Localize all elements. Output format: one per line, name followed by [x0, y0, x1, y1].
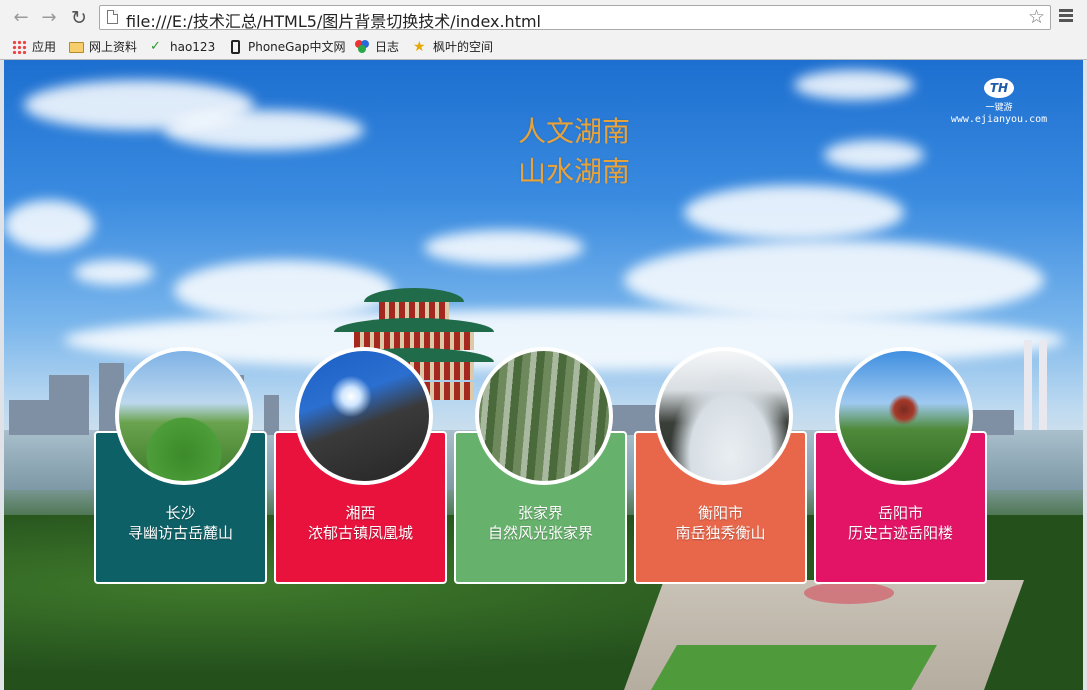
lawn	[651, 645, 937, 690]
card-subtitle: 南岳独秀衡山	[675, 524, 766, 542]
destination-cards: 长沙 寻幽访古岳麓山 湘西 浓郁古镇凤凰城 张家界 自然风光张家界 衡阳市 南岳…	[94, 347, 994, 587]
card-subtitle: 历史古迹岳阳楼	[847, 524, 953, 542]
cloud	[4, 200, 94, 250]
card-photo-yueyang[interactable]	[835, 347, 973, 485]
card-photo-xiangxi[interactable]	[295, 347, 433, 485]
bookmark-label: 应用	[32, 40, 57, 54]
bookmark-star-icon[interactable]: ☆	[1028, 6, 1045, 28]
apps-grid-icon	[12, 40, 27, 54]
cloud	[424, 230, 584, 265]
headline-line-2: 山水湖南	[517, 155, 630, 188]
logo-name: 一键游	[985, 103, 1013, 113]
card-caption: 岳阳市 历史古迹岳阳楼	[816, 503, 985, 543]
phone-icon	[231, 40, 240, 54]
folder-icon	[69, 42, 84, 53]
page-icon	[107, 10, 118, 24]
reload-icon[interactable]: ↻	[68, 7, 90, 29]
card-photo-zhangjiajie[interactable]	[475, 347, 613, 485]
url-text[interactable]: file:///E:/技术汇总/HTML5/图片背景切换技术/index.htm…	[126, 8, 541, 32]
card-title: 长沙	[165, 504, 196, 522]
bridge-tower	[1039, 340, 1047, 430]
card-caption: 衡阳市 南岳独秀衡山	[636, 503, 805, 543]
cloud	[624, 240, 1044, 320]
cloud	[794, 70, 914, 100]
card-subtitle: 自然风光张家界	[487, 524, 593, 542]
logo-url: www.ejianyou.com	[950, 114, 1048, 125]
back-arrow-icon[interactable]: ←	[10, 7, 32, 29]
headline: 人文湖南 山水湖南	[504, 112, 644, 192]
card-subtitle: 浓郁古镇凤凰城	[307, 524, 413, 542]
qzone-star-icon: ★	[413, 39, 426, 55]
menu-icon[interactable]	[1059, 9, 1073, 23]
bookmark-label: PhoneGap中文网	[248, 40, 346, 54]
card-subtitle: 寻幽访古岳麓山	[127, 524, 233, 542]
forward-arrow-icon[interactable]: →	[38, 7, 60, 29]
site-logo[interactable]: TH 一键游 www.ejianyou.com	[944, 78, 1054, 128]
headline-line-1: 人文湖南	[517, 115, 630, 148]
card-title: 张家界	[517, 504, 563, 522]
browser-toolbar: ← → ↻ file:///E:/技术汇总/HTML5/图片背景切换技术/ind…	[0, 0, 1087, 34]
address-bar[interactable]: file:///E:/技术汇总/HTML5/图片背景切换技术/index.htm…	[99, 5, 1051, 32]
hao123-icon: ✓	[150, 39, 161, 54]
cloud	[74, 260, 154, 285]
page-viewport: TH 一键游 www.ejianyou.com 人文湖南 山水湖南 长沙 寻幽访…	[4, 60, 1083, 690]
logo-mark: TH	[984, 78, 1014, 98]
card-title: 衡阳市	[697, 504, 743, 522]
card-caption: 长沙 寻幽访古岳麓山	[96, 503, 265, 543]
card-photo-hengyang[interactable]	[655, 347, 793, 485]
cloud	[164, 110, 364, 150]
browser-chrome: ← → ↻ file:///E:/技术汇总/HTML5/图片背景切换技术/ind…	[0, 0, 1087, 60]
bookmark-label: 网上资料	[89, 40, 138, 54]
rings-icon	[355, 40, 370, 54]
cloud	[824, 140, 924, 170]
card-photo-changsha[interactable]	[115, 347, 253, 485]
bridge-tower	[1024, 340, 1032, 430]
cloud	[684, 185, 904, 240]
card-caption: 张家界 自然风光张家界	[456, 503, 625, 543]
card-title: 岳阳市	[877, 504, 923, 522]
bookmark-label: 枫叶的空间	[433, 40, 494, 54]
card-title: 湘西	[345, 504, 376, 522]
card-caption: 湘西 浓郁古镇凤凰城	[276, 503, 445, 543]
bookmark-label: hao123	[170, 40, 216, 54]
bookmarks-bar: 应用 网上资料 ✓ hao123 PhoneGap中文网 日志 ★ 枫叶的空间	[0, 34, 1087, 59]
bookmark-label: 日志	[375, 40, 400, 54]
